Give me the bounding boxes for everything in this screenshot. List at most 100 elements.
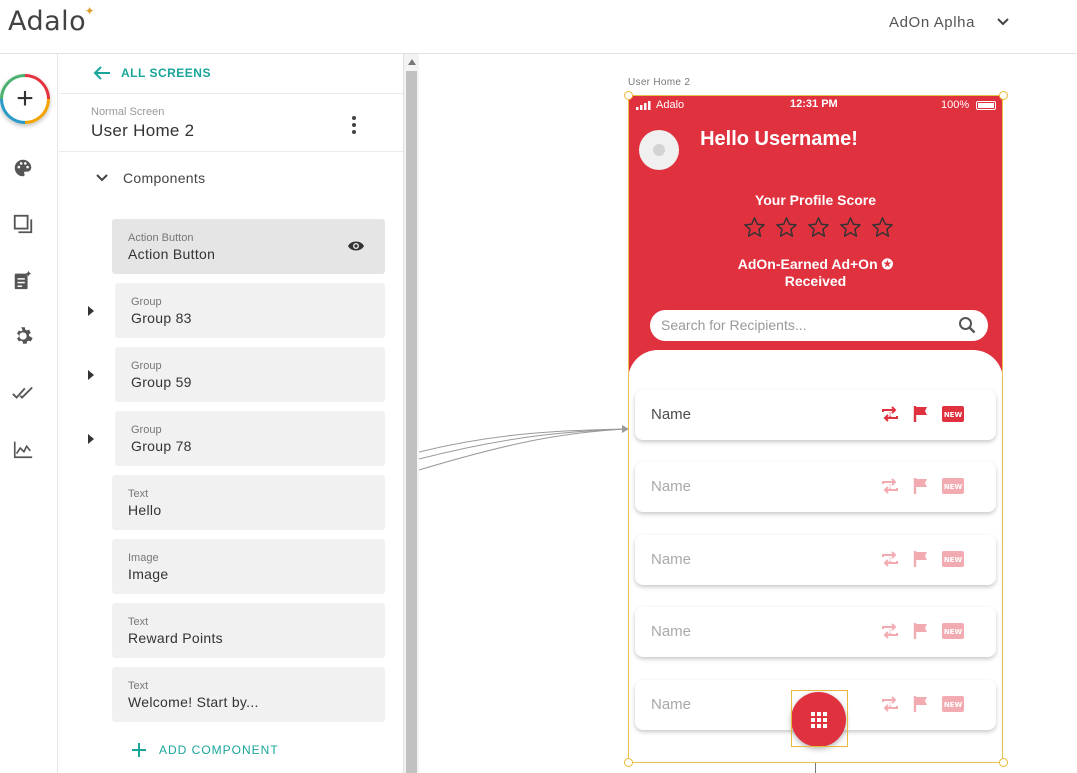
adalo-logo[interactable]: Adalo ✦: [8, 4, 95, 37]
recipient-row[interactable]: Name 1 NEW: [635, 607, 996, 657]
new-badge-icon[interactable]: NEW: [942, 406, 964, 422]
menu-fab[interactable]: [791, 692, 846, 747]
resize-handle[interactable]: [624, 91, 633, 100]
new-badge-icon[interactable]: NEW: [942, 623, 964, 639]
rating-stars: [743, 216, 894, 239]
screens-icon[interactable]: [12, 213, 34, 235]
row-icons: 1 NEW: [880, 622, 964, 640]
svg-text:1: 1: [888, 557, 892, 564]
component-type: Image: [128, 552, 159, 564]
component-name: Welcome! Start by...: [128, 694, 259, 710]
component-type: Action Button: [128, 232, 194, 244]
recipient-name: Name: [651, 623, 692, 640]
recipient-row[interactable]: Name 1 NEW: [635, 535, 996, 585]
sparkle-icon: ✦: [84, 4, 96, 18]
phone-screen[interactable]: Adalo 12:31 PM 100% Hello Username! Your…: [628, 95, 1003, 763]
repeat-once-icon[interactable]: 1: [880, 477, 900, 495]
app-name[interactable]: AdOn Aplha: [889, 14, 975, 31]
gear-icon[interactable]: [12, 325, 34, 347]
svg-text:NEW: NEW: [944, 556, 963, 564]
clock: 12:31 PM: [790, 98, 838, 110]
row-icons: 1 NEW: [880, 550, 964, 568]
caret-right-icon[interactable]: [87, 306, 95, 316]
flag-icon[interactable]: [913, 550, 929, 568]
new-badge-icon[interactable]: NEW: [942, 551, 964, 567]
add-component-button[interactable]: ADD COMPONENT: [131, 742, 279, 758]
star-icon[interactable]: [839, 216, 862, 239]
flag-icon[interactable]: [913, 405, 929, 423]
component-type: Group: [131, 424, 162, 436]
svg-text:1: 1: [888, 412, 892, 419]
new-badge-icon[interactable]: NEW: [942, 696, 964, 712]
component-name: Hello: [128, 502, 162, 518]
components-label: Components: [123, 170, 206, 186]
row-icons: 1 NEW: [880, 695, 964, 713]
top-bar: Adalo ✦ AdOn Aplha: [0, 0, 1077, 54]
eye-icon[interactable]: [347, 239, 365, 253]
status-bar: Adalo 12:31 PM 100%: [628, 95, 1003, 115]
repeat-once-icon[interactable]: 1: [880, 622, 900, 640]
row-icons: 1 NEW: [880, 405, 964, 423]
component-name: Reward Points: [128, 630, 223, 646]
component-item[interactable]: Text Hello: [112, 475, 385, 530]
svg-text:1: 1: [888, 484, 892, 491]
resize-handle[interactable]: [624, 758, 633, 767]
scroll-up-arrow[interactable]: [408, 59, 416, 65]
panel-scrollbar[interactable]: [403, 54, 419, 773]
repeat-once-icon[interactable]: 1: [880, 405, 900, 423]
database-icon[interactable]: [12, 269, 34, 291]
search-input[interactable]: Search for Recipients...: [650, 310, 988, 341]
link-connector: [815, 763, 816, 773]
component-type: Text: [128, 680, 149, 692]
user-icon: [653, 144, 665, 156]
component-type: Text: [128, 616, 149, 628]
star-icon[interactable]: [743, 216, 766, 239]
plus-icon: [132, 743, 146, 757]
caret-right-icon[interactable]: [87, 370, 95, 380]
avatar[interactable]: [639, 130, 679, 170]
new-badge-icon[interactable]: NEW: [942, 478, 964, 494]
flag-icon[interactable]: [913, 622, 929, 640]
star-icon[interactable]: [775, 216, 798, 239]
component-item[interactable]: Group Group 78: [115, 411, 385, 466]
add-button[interactable]: +: [0, 74, 50, 124]
chevron-down-icon[interactable]: [995, 14, 1011, 30]
recipient-name: Name: [651, 696, 692, 713]
analytics-icon[interactable]: [12, 438, 34, 460]
scroll-thumb[interactable]: [406, 71, 417, 773]
earned-label: AdOn-Earned Ad+On ✪ Received: [737, 256, 894, 289]
flag-icon[interactable]: [913, 477, 929, 495]
resize-handle[interactable]: [999, 758, 1008, 767]
palette-icon[interactable]: [12, 157, 34, 179]
resize-handle[interactable]: [999, 91, 1008, 100]
component-type: Text: [128, 488, 149, 500]
recipient-name: Name: [651, 478, 692, 495]
component-item[interactable]: Group Group 59: [115, 347, 385, 402]
component-item[interactable]: Group Group 83: [115, 283, 385, 338]
star-icon[interactable]: [807, 216, 830, 239]
screen-label[interactable]: User Home 2: [628, 77, 690, 88]
greeting-text: Hello Username!: [700, 128, 858, 150]
caret-right-icon[interactable]: [87, 434, 95, 444]
profile-score-title: Your Profile Score: [754, 192, 877, 208]
component-item[interactable]: Text Reward Points: [112, 603, 385, 658]
more-vertical-icon[interactable]: [349, 114, 359, 136]
repeat-once-icon[interactable]: 1: [880, 550, 900, 568]
search-icon[interactable]: [958, 316, 976, 334]
star-icon[interactable]: [871, 216, 894, 239]
repeat-once-icon[interactable]: 1: [880, 695, 900, 713]
component-item[interactable]: Action Button Action Button: [112, 219, 385, 274]
recipient-row[interactable]: Name 1 NEW: [635, 462, 996, 512]
recipient-row[interactable]: Name 1 NEW: [635, 390, 996, 440]
publish-check-icon[interactable]: [12, 382, 34, 404]
plus-icon: +: [3, 77, 47, 121]
component-item[interactable]: Text Welcome! Start by...: [112, 667, 385, 722]
screen-name[interactable]: User Home 2: [91, 121, 194, 141]
component-item[interactable]: Image Image: [112, 539, 385, 594]
flag-icon[interactable]: [913, 695, 929, 713]
divider: [59, 151, 403, 152]
components-toggle[interactable]: Components: [95, 170, 205, 186]
component-name: Group 78: [131, 438, 192, 454]
all-screens-link[interactable]: ALL SCREENS: [93, 66, 211, 80]
component-name: Action Button: [128, 246, 216, 262]
